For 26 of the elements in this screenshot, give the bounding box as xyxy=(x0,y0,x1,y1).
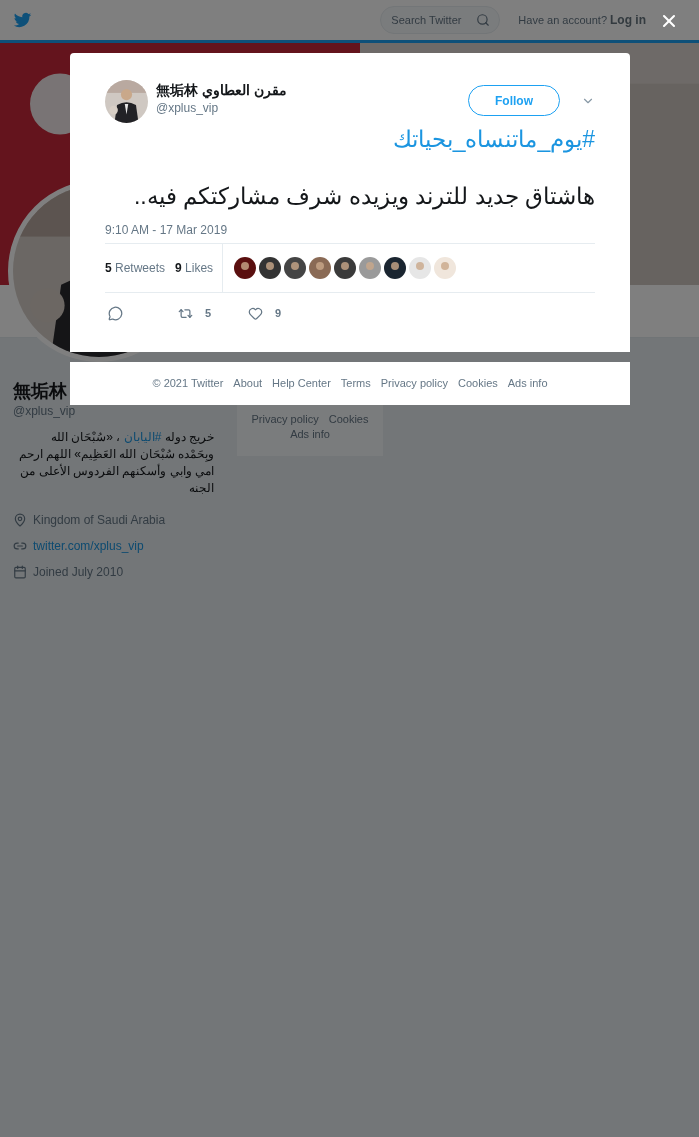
footer-link[interactable]: Ads info xyxy=(507,375,548,392)
calendar-icon xyxy=(13,565,27,579)
location-icon xyxy=(13,513,27,527)
footer-link[interactable]: Terms xyxy=(340,375,371,392)
login-button[interactable]: Log in xyxy=(610,11,646,29)
joined-date: Joined July 2010 xyxy=(33,564,124,581)
footer-link[interactable]: Help Center xyxy=(272,375,331,392)
search-icon xyxy=(476,13,491,27)
search-field[interactable]: Search Twitter xyxy=(380,6,501,34)
reply-icon[interactable] xyxy=(108,305,123,321)
profile-name: 無垢林 xyxy=(13,380,67,403)
footer-link[interactable]: © 2021 Twitter xyxy=(152,375,224,392)
footer-link[interactable]: Privacy policy xyxy=(380,375,448,392)
profile-bio: خريج دوله #اليابان ، «سُبْحَان الله وبِحَمْده سُبْحَان الله العَظِيم» اللهم ارحم امي وابي وأسكنهم الفردوس الأعلى من الجنه xyxy=(17,429,214,497)
action-count: 9 xyxy=(275,305,282,321)
footer-link[interactable]: Cookies xyxy=(328,412,369,427)
footer-link[interactable]: Privacy policy xyxy=(251,412,319,427)
footer-link[interactable]: Ads info xyxy=(290,427,330,442)
profile-handle: @xplus_vip xyxy=(13,403,76,419)
link-icon xyxy=(13,539,27,553)
like-icon[interactable] xyxy=(248,305,263,321)
footer-link[interactable]: Cookies xyxy=(458,375,498,392)
footer-link[interactable]: About xyxy=(233,375,263,392)
account-prompt: Have an account? xyxy=(518,12,607,28)
profile-location: Kingdom of Saudi Arabia xyxy=(33,512,166,529)
action-count: 5 xyxy=(205,305,212,321)
